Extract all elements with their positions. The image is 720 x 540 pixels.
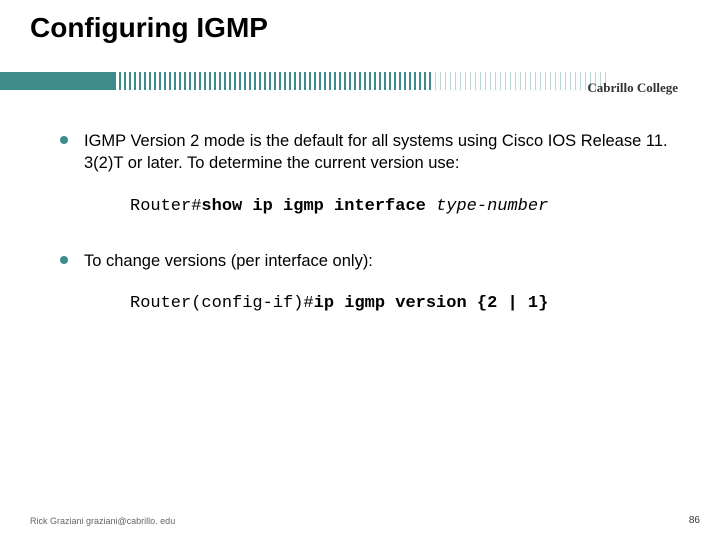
brand-text: Cabrillo College: [587, 80, 678, 96]
cmd-prompt: Router#: [130, 197, 201, 216]
bar-fade: [430, 72, 610, 90]
bullet-item: To change versions (per interface only):: [60, 250, 670, 272]
slide: Configuring IGMP Cabrillo College IGMP V…: [0, 0, 720, 540]
content-area: IGMP Version 2 mode is the default for a…: [60, 130, 670, 347]
cmd-bold: show ip igmp interface: [201, 197, 436, 216]
page-number: 86: [689, 515, 700, 526]
bullet-text: To change versions (per interface only):: [84, 250, 373, 272]
bullet-item: IGMP Version 2 mode is the default for a…: [60, 130, 670, 175]
cmd-prompt: Router(config-if)#: [130, 294, 314, 313]
bullet-icon: [60, 136, 68, 144]
cmd-bold: ip igmp version {2 | 1}: [314, 294, 549, 313]
bullet-text: IGMP Version 2 mode is the default for a…: [84, 130, 670, 175]
command-line: Router#show ip igmp interface type-numbe…: [130, 197, 670, 216]
bar-solid: [0, 72, 114, 90]
bullet-icon: [60, 256, 68, 264]
command-line: Router(config-if)#ip igmp version {2 | 1…: [130, 294, 670, 313]
bar-stripes: [114, 72, 434, 90]
footer-author: Rick Graziani graziani@cabrillo. edu: [30, 516, 175, 526]
slide-title: Configuring IGMP: [30, 12, 268, 44]
cmd-arg: type-number: [436, 197, 548, 216]
